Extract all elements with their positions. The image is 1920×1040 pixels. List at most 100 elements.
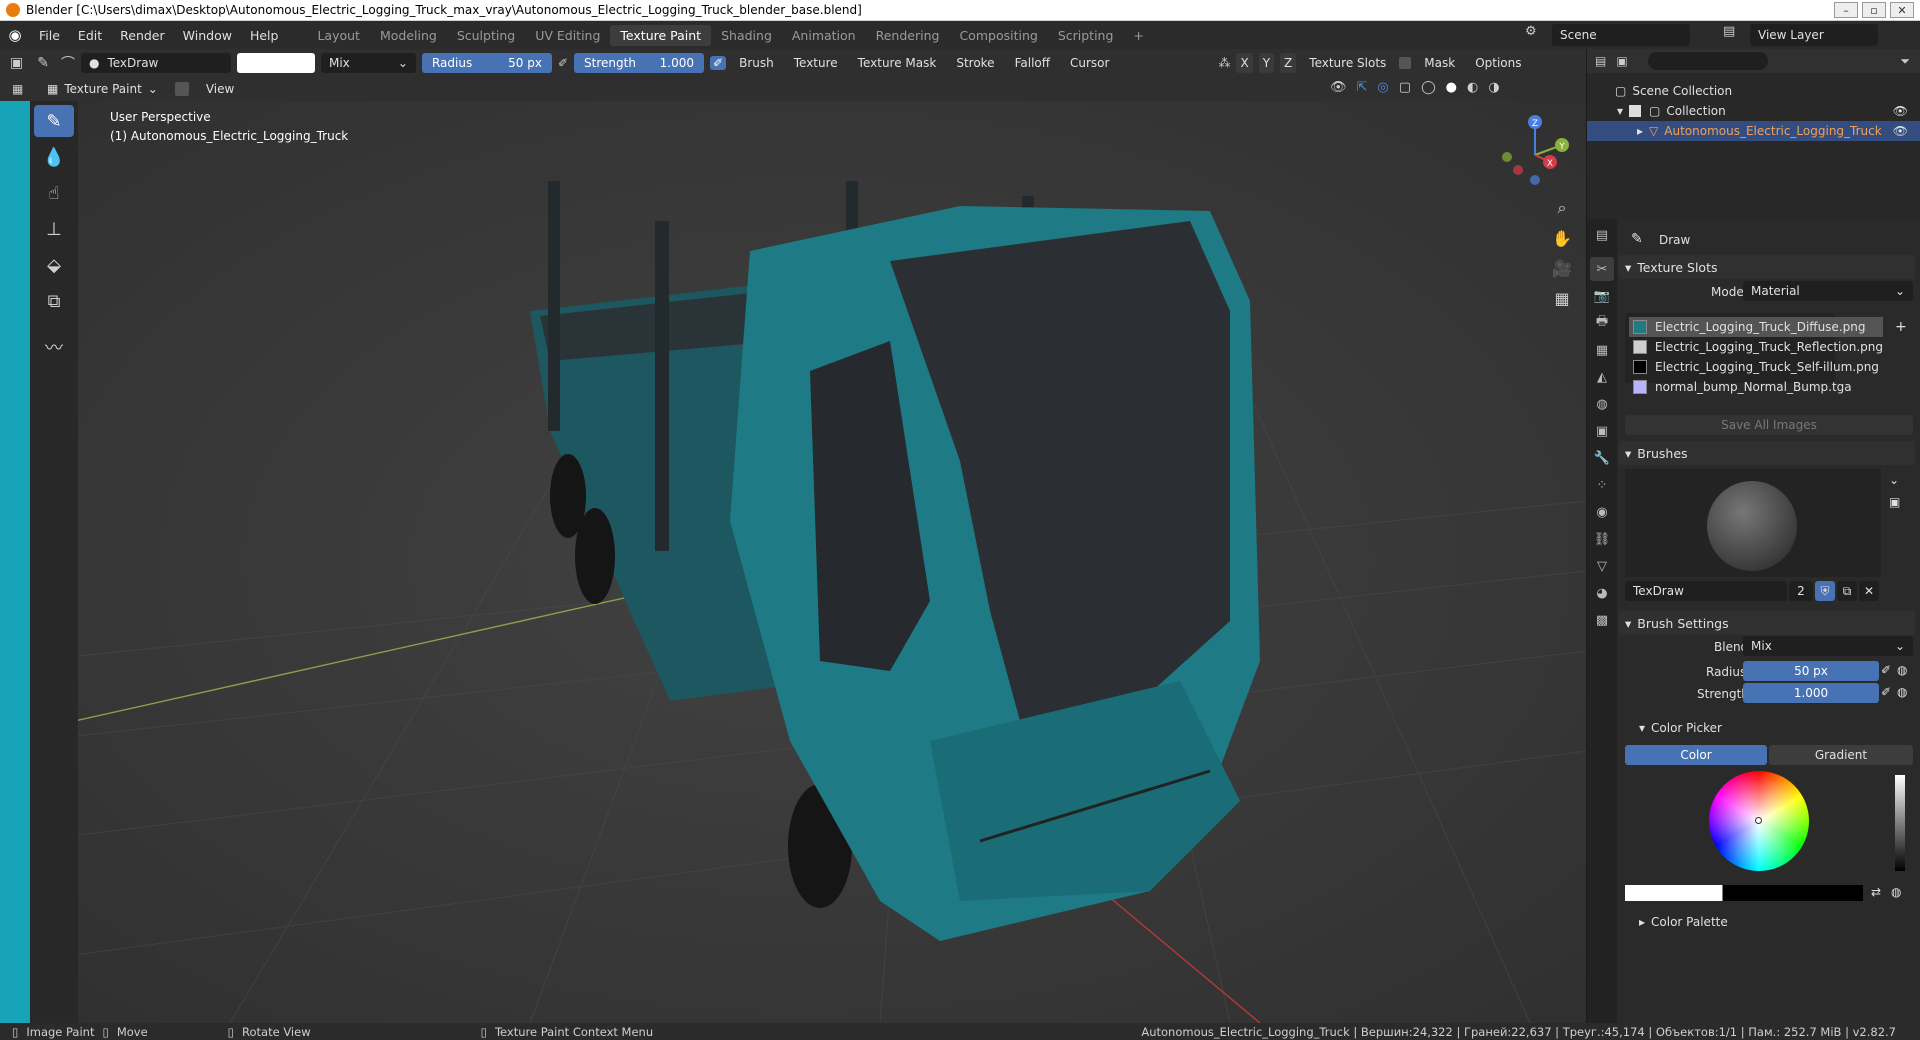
brush-name-field[interactable]: ● TexDraw	[80, 53, 231, 73]
color-swatch-bar[interactable]	[1625, 885, 1863, 901]
brush-image-icon[interactable]: ▣	[1889, 495, 1900, 509]
menu-edit[interactable]: Edit	[69, 28, 111, 43]
world-tab-icon[interactable]: ◍	[1590, 392, 1614, 416]
editor-type-icon[interactable]: ▤	[1590, 223, 1614, 247]
view-menu[interactable]: View	[199, 79, 241, 99]
swap-colors-icon[interactable]: ⇄	[1871, 885, 1881, 899]
paint-mask-toggle[interactable]	[174, 82, 189, 96]
render-tab-icon[interactable]: 📷	[1590, 284, 1614, 308]
scene-tab-icon[interactable]: ◭	[1590, 365, 1614, 389]
grid-icon[interactable]: ▦	[12, 82, 23, 96]
material-shading-icon[interactable]: ◐	[1467, 80, 1478, 95]
color-tab[interactable]: Color	[1625, 745, 1767, 765]
tab-compositing[interactable]: Compositing	[949, 25, 1047, 46]
3d-viewport[interactable]	[30, 101, 1586, 1023]
texture-menu[interactable]: Texture	[787, 53, 845, 73]
wireframe-shading-icon[interactable]: ◯	[1421, 80, 1436, 95]
view-layer-field[interactable]: View Layer	[1750, 24, 1878, 46]
minimize-button[interactable]: –	[1834, 2, 1858, 18]
tab-sculpting[interactable]: Sculpting	[447, 25, 525, 46]
strength-unit-icon[interactable]: ◍	[1897, 685, 1907, 699]
mask-tool-icon[interactable]: ⧉	[34, 285, 74, 317]
texture-slot-normal-bump[interactable]: normal_bump_Normal_Bump.tga	[1629, 377, 1883, 397]
strength-pressure-icon[interactable]: ✐	[710, 56, 727, 70]
maximize-button[interactable]: ▫	[1862, 2, 1886, 18]
symmetry-icon[interactable]: ⁂	[1218, 56, 1230, 70]
close-button[interactable]: ✕	[1890, 2, 1914, 18]
radius-unit-icon[interactable]: ◍	[1897, 663, 1907, 677]
brush-browse-icon[interactable]: ⌄	[1889, 473, 1899, 487]
color-palette-header[interactable]: ▸ Color Palette	[1639, 915, 1728, 929]
tab-layout[interactable]: Layout	[307, 25, 370, 46]
tab-rendering[interactable]: Rendering	[866, 25, 950, 46]
zoom-icon[interactable]: ⌕	[1549, 195, 1575, 221]
brush-color-swatch[interactable]	[236, 53, 315, 73]
collection-row[interactable]: ▾ ▢ Collection 👁	[1587, 101, 1920, 121]
paint-tool-icon[interactable]: ✎	[37, 55, 49, 71]
tab-modeling[interactable]: Modeling	[370, 25, 447, 46]
outliner-search-input[interactable]	[1647, 52, 1768, 70]
ortho-grid-icon[interactable]: ▦	[1549, 285, 1575, 311]
strength-pressure-icon[interactable]: ✐	[1881, 685, 1891, 699]
texture-slot-reflection[interactable]: Electric_Logging_Truck_Reflection.png	[1629, 337, 1883, 357]
solid-shading-icon[interactable]: ●	[1446, 80, 1457, 95]
brush-menu[interactable]: Brush	[732, 53, 781, 73]
object-tab-icon[interactable]: ▣	[1590, 419, 1614, 443]
texture-slot-self-illum[interactable]: Electric_Logging_Truck_Self-illum.png	[1629, 357, 1883, 377]
mask-checkbox[interactable]	[1399, 57, 1412, 69]
texture-tab-icon[interactable]: ▩	[1590, 608, 1614, 632]
view-layer-tab-icon[interactable]: ▦	[1590, 338, 1614, 362]
camera-view-icon[interactable]: 🎥	[1549, 255, 1575, 281]
editor-type-icon[interactable]: ▣	[10, 55, 23, 71]
xray-icon[interactable]: ▢	[1399, 80, 1411, 95]
fake-user-shield-icon[interactable]: ⛨	[1815, 581, 1835, 601]
strength-slider[interactable]: 1.000	[1743, 683, 1879, 703]
tab-uv-editing[interactable]: UV Editing	[525, 25, 610, 46]
fill-tool-icon[interactable]: ⬙	[34, 249, 74, 281]
blender-menu-icon[interactable]: ◉	[0, 26, 30, 44]
constraints-tab-icon[interactable]: ⛓	[1590, 527, 1614, 551]
radius-pressure-icon[interactable]: ✐	[1881, 663, 1891, 677]
texture-slots-header[interactable]: ▾ Texture Slots	[1619, 255, 1915, 279]
mode-dropdown[interactable]: ▦ Texture Paint ⌄	[40, 79, 165, 99]
save-all-images-button[interactable]: Save All Images	[1625, 415, 1913, 435]
collection-visibility-icon[interactable]: 👁	[1893, 104, 1908, 118]
outliner-type-icon[interactable]: ▤	[1595, 54, 1606, 68]
add-slot-icon[interactable]: +	[1895, 319, 1907, 335]
color-wheel[interactable]	[1709, 771, 1809, 871]
cursor-menu[interactable]: Cursor	[1063, 53, 1116, 73]
scene-field[interactable]: Scene	[1552, 24, 1690, 46]
smear-tool-icon[interactable]: ☝	[34, 177, 74, 209]
scene-collection-row[interactable]: ▢ Scene Collection	[1587, 81, 1920, 101]
mask-menu[interactable]: Mask	[1417, 53, 1462, 73]
object-row[interactable]: ▸ ▽ Autonomous_Electric_Logging_Truck 👁	[1587, 121, 1920, 141]
view-layer-icon[interactable]: ▤	[1723, 24, 1735, 39]
output-tab-icon[interactable]: 🖶	[1590, 311, 1614, 335]
gizmo-toggle-icon[interactable]: ⇱	[1357, 80, 1368, 95]
texture-slot-diffuse[interactable]: Electric_Logging_Truck_Diffuse.png	[1629, 317, 1883, 337]
display-mode-icon[interactable]: ▣	[1616, 54, 1627, 68]
brush-settings-header[interactable]: ▾ Brush Settings	[1619, 611, 1915, 635]
soften-tool-icon[interactable]: 💧	[34, 141, 74, 173]
color-picker-header[interactable]: ▾ Color Picker	[1639, 721, 1722, 735]
menu-window[interactable]: Window	[174, 28, 241, 43]
radius-slider[interactable]: Radius 50 px	[421, 53, 552, 73]
unlink-brush-icon[interactable]: ✕	[1859, 581, 1879, 601]
brushes-header[interactable]: ▾ Brushes	[1619, 441, 1915, 465]
falloff-menu[interactable]: Falloff	[1008, 53, 1057, 73]
duplicate-brush-icon[interactable]: ⧉	[1837, 581, 1857, 601]
draw-tool-icon[interactable]: ✎	[34, 105, 74, 137]
tab-shading[interactable]: Shading	[711, 25, 782, 46]
rendered-shading-icon[interactable]: ◑	[1488, 80, 1499, 95]
slot-mode-dropdown[interactable]: Material ⌄	[1743, 281, 1913, 301]
menu-help[interactable]: Help	[241, 28, 288, 43]
options-menu[interactable]: Options	[1468, 53, 1528, 73]
brush-name-field[interactable]: TexDraw	[1625, 581, 1787, 601]
visibility-icon[interactable]: 👁	[1330, 80, 1347, 95]
strength-slider[interactable]: Strength 1.000	[574, 53, 705, 73]
annotate-tool-icon[interactable]: 〰	[34, 331, 74, 363]
menu-file[interactable]: File	[30, 28, 69, 43]
mirror-x-toggle[interactable]: X	[1236, 53, 1253, 73]
brush-preview-area[interactable]	[1625, 469, 1881, 577]
collection-checkbox[interactable]	[1629, 105, 1642, 117]
